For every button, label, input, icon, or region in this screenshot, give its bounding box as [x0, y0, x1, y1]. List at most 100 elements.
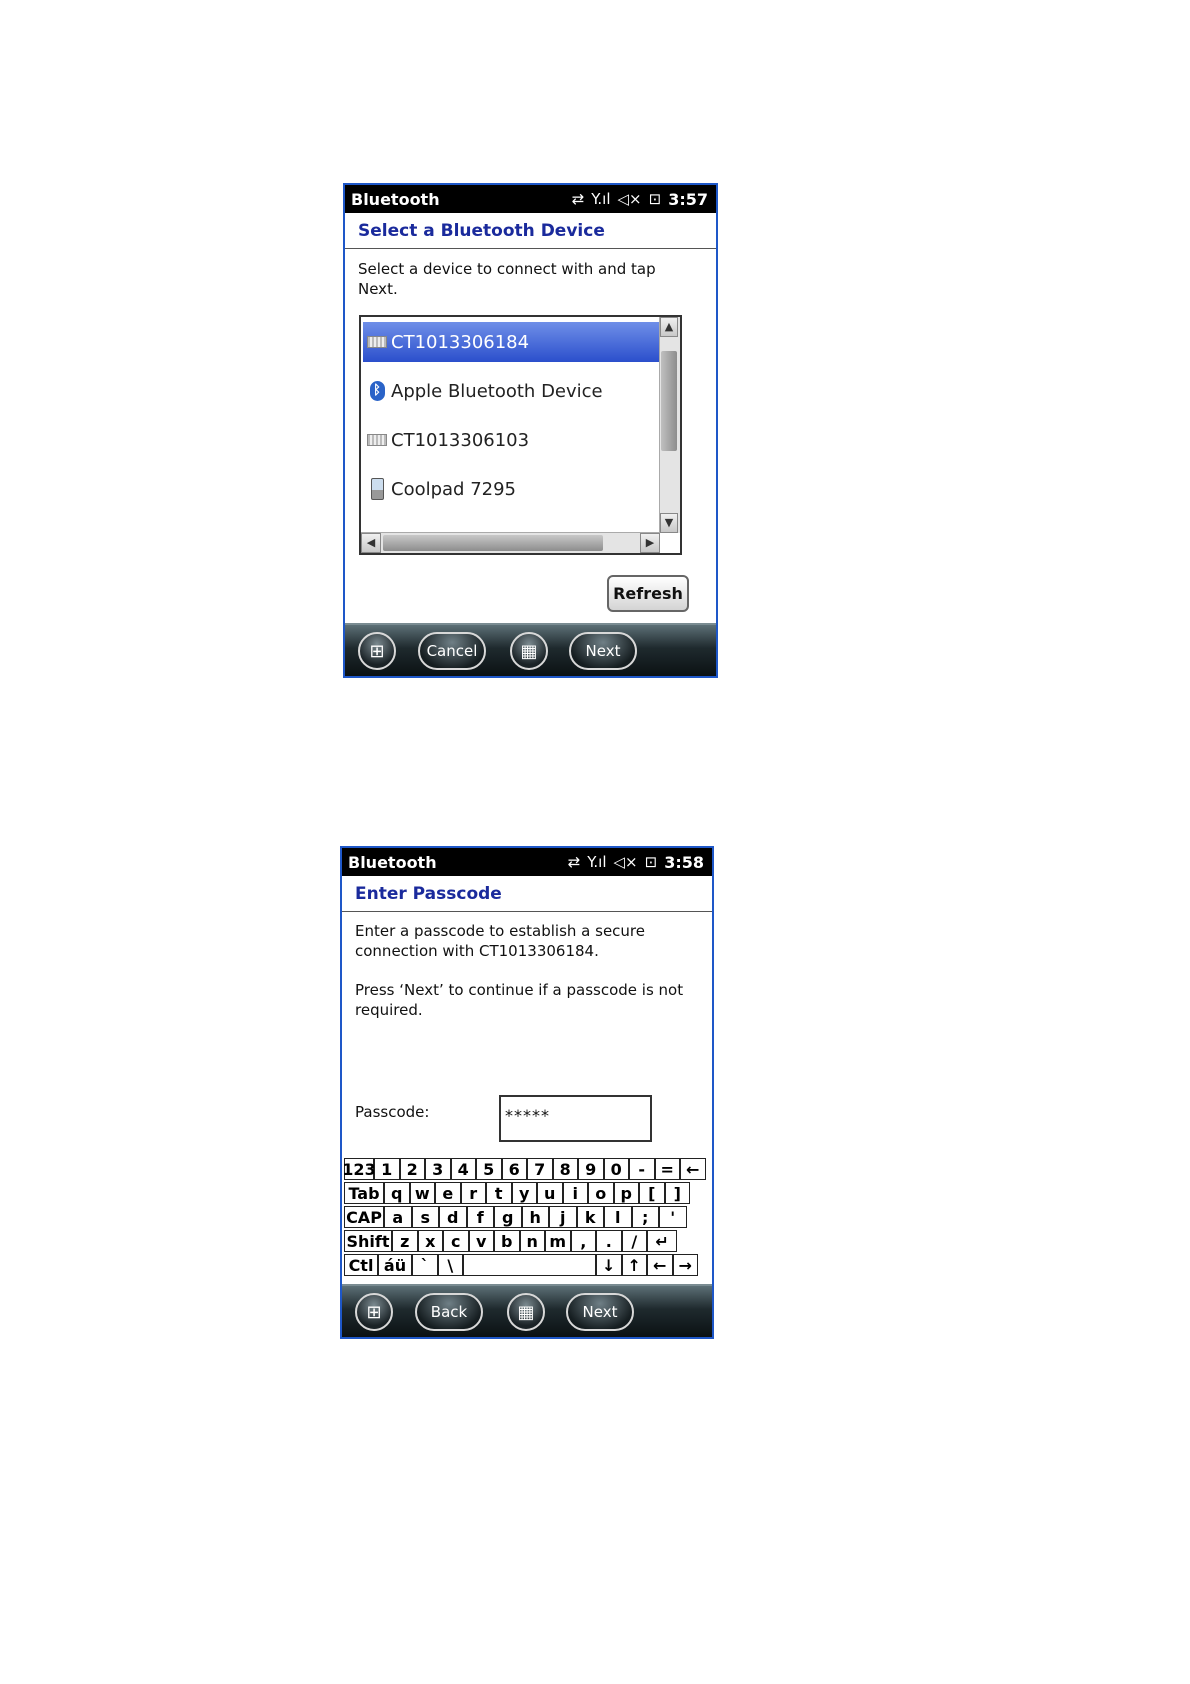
passcode-input[interactable]: *****	[499, 1095, 652, 1142]
keyboard-key[interactable]: CAP	[344, 1206, 384, 1228]
scroll-down-icon[interactable]: ▼	[660, 513, 678, 533]
list-item[interactable]: CT1013306103	[363, 420, 660, 460]
keyboard-key[interactable]: b	[494, 1230, 520, 1252]
keyboard-key[interactable]: -	[629, 1158, 655, 1180]
list-item[interactable]: Coolpad 7295	[363, 469, 660, 509]
keyboard-key[interactable]: d	[439, 1206, 467, 1228]
keyboard-key[interactable]: ←	[680, 1158, 706, 1180]
keyboard-key[interactable]: 6	[501, 1158, 527, 1180]
keyboard-key[interactable]: q	[384, 1182, 410, 1204]
keyboard-key[interactable]: ↵	[647, 1230, 677, 1252]
page-title: Select a Bluetooth Device	[358, 221, 605, 241]
keyboard-key[interactable]: f	[466, 1206, 494, 1228]
keyboard-key[interactable]: s	[411, 1206, 439, 1228]
keyboard-key[interactable]: '	[659, 1206, 687, 1228]
back-button[interactable]: Back	[415, 1293, 483, 1331]
bluetooth-icon: ᛒ	[367, 381, 387, 401]
passcode-instruction: Enter a passcode to establish a secure c…	[355, 922, 645, 960]
keyboard-key[interactable]: l	[604, 1206, 632, 1228]
keyboard-key[interactable]: ↑	[621, 1254, 647, 1276]
keyboard-key[interactable]: .	[596, 1230, 622, 1252]
refresh-button[interactable]: Refresh	[607, 575, 689, 612]
keyboard-key[interactable]: →	[672, 1254, 698, 1276]
signal-icon: Y.ıl	[587, 853, 607, 871]
keyboard-toggle-icon[interactable]: ▦	[507, 1293, 545, 1331]
status-title: Bluetooth	[348, 853, 437, 872]
scroll-up-icon[interactable]: ▲	[660, 317, 678, 337]
keyboard-key[interactable]: y	[511, 1182, 537, 1204]
keyboard-key[interactable]: h	[521, 1206, 549, 1228]
keyboard-key[interactable]: 123	[342, 1158, 376, 1180]
cancel-button[interactable]: Cancel	[418, 632, 486, 670]
connectivity-icon: ⇄	[571, 190, 585, 208]
keyboard-toggle-icon[interactable]: ▦	[510, 632, 548, 670]
keyboard-key[interactable]: 0	[603, 1158, 629, 1180]
next-button[interactable]: Next	[566, 1293, 634, 1331]
device-list[interactable]: CT1013306184 ᛒ Apple Bluetooth Device CT…	[359, 315, 682, 555]
keyboard-key[interactable]: ;	[631, 1206, 659, 1228]
scroll-left-icon[interactable]: ◀	[361, 533, 381, 553]
keyboard-key[interactable]: /	[621, 1230, 647, 1252]
keyboard-key[interactable]: n	[519, 1230, 545, 1252]
list-item[interactable]: ᛒ Apple Bluetooth Device	[363, 371, 660, 411]
keyboard-key[interactable]: t	[486, 1182, 512, 1204]
keyboard-key[interactable]: o	[588, 1182, 614, 1204]
keyboard-key[interactable]: v	[468, 1230, 494, 1252]
keyboard-key[interactable]: p	[613, 1182, 639, 1204]
keyboard-key[interactable]: Tab	[344, 1182, 384, 1204]
keyboard-key[interactable]: r	[460, 1182, 486, 1204]
phone-icon	[367, 478, 387, 500]
taskbar: ⊞ Cancel ▦ Next	[345, 623, 716, 676]
keyboard-key[interactable]: g	[494, 1206, 522, 1228]
keyboard-key[interactable]: 5	[476, 1158, 502, 1180]
keyboard-key[interactable]: u	[537, 1182, 563, 1204]
page-header: Select a Bluetooth Device	[345, 213, 716, 249]
keyboard-key[interactable]: m	[545, 1230, 571, 1252]
keyboard-key[interactable]: `	[412, 1254, 438, 1276]
page-title: Enter Passcode	[355, 884, 502, 904]
status-bar: Bluetooth ⇄ Y.ıl ◁× ⊡ 3:57	[345, 185, 716, 213]
keyboard-key[interactable]: ,	[570, 1230, 596, 1252]
list-item[interactable]: CT1013306184	[363, 322, 660, 362]
keyboard-key[interactable]: \	[437, 1254, 463, 1276]
keyboard-key[interactable]: x	[417, 1230, 443, 1252]
keyboard-key[interactable]: 2	[399, 1158, 425, 1180]
keyboard-key[interactable]: c	[443, 1230, 469, 1252]
keyboard-key[interactable]: a	[384, 1206, 412, 1228]
bluetooth-passcode-screen: Bluetooth ⇄ Y.ıl ◁× ⊡ 3:58 Enter Passcod…	[340, 846, 714, 1339]
keyboard-key[interactable]: w	[409, 1182, 435, 1204]
space-key[interactable]	[463, 1254, 596, 1276]
start-windows-icon[interactable]: ⊞	[358, 632, 396, 670]
scroll-right-icon[interactable]: ▶	[640, 533, 660, 553]
speaker-muted-icon: ◁×	[617, 190, 642, 208]
keyboard-key[interactable]: áü	[378, 1254, 412, 1276]
keyboard-key[interactable]: Shift	[344, 1230, 392, 1252]
keyboard-key[interactable]: =	[654, 1158, 680, 1180]
keyboard-key[interactable]: 1	[374, 1158, 400, 1180]
next-button[interactable]: Next	[569, 632, 637, 670]
keyboard-key[interactable]: i	[562, 1182, 588, 1204]
keyboard-key[interactable]: k	[576, 1206, 604, 1228]
clock: 3:58	[664, 852, 704, 872]
horizontal-scroll-thumb[interactable]	[383, 535, 603, 551]
keyboard-key[interactable]: j	[549, 1206, 577, 1228]
vertical-scroll-thumb[interactable]	[661, 351, 677, 451]
passcode-label: Passcode:	[355, 1103, 430, 1121]
keyboard-key[interactable]: ↓	[596, 1254, 622, 1276]
keyboard-key[interactable]: [	[639, 1182, 665, 1204]
keyboard-icon	[367, 332, 387, 352]
keyboard-key[interactable]: ←	[647, 1254, 673, 1276]
keyboard-key[interactable]: 9	[578, 1158, 604, 1180]
keyboard-key[interactable]: 4	[450, 1158, 476, 1180]
signal-icon: Y.ıl	[591, 190, 611, 208]
keyboard-key[interactable]: Ctl	[344, 1254, 378, 1276]
keyboard-key[interactable]: z	[392, 1230, 418, 1252]
vertical-scrollbar[interactable]: ▲ ▼	[659, 317, 680, 533]
keyboard-key[interactable]: 3	[425, 1158, 451, 1180]
keyboard-key[interactable]: ]	[664, 1182, 690, 1204]
horizontal-scrollbar[interactable]: ◀ ▶	[361, 532, 660, 553]
keyboard-key[interactable]: 7	[527, 1158, 553, 1180]
keyboard-key[interactable]: 8	[552, 1158, 578, 1180]
keyboard-key[interactable]: e	[435, 1182, 461, 1204]
start-windows-icon[interactable]: ⊞	[355, 1293, 393, 1331]
